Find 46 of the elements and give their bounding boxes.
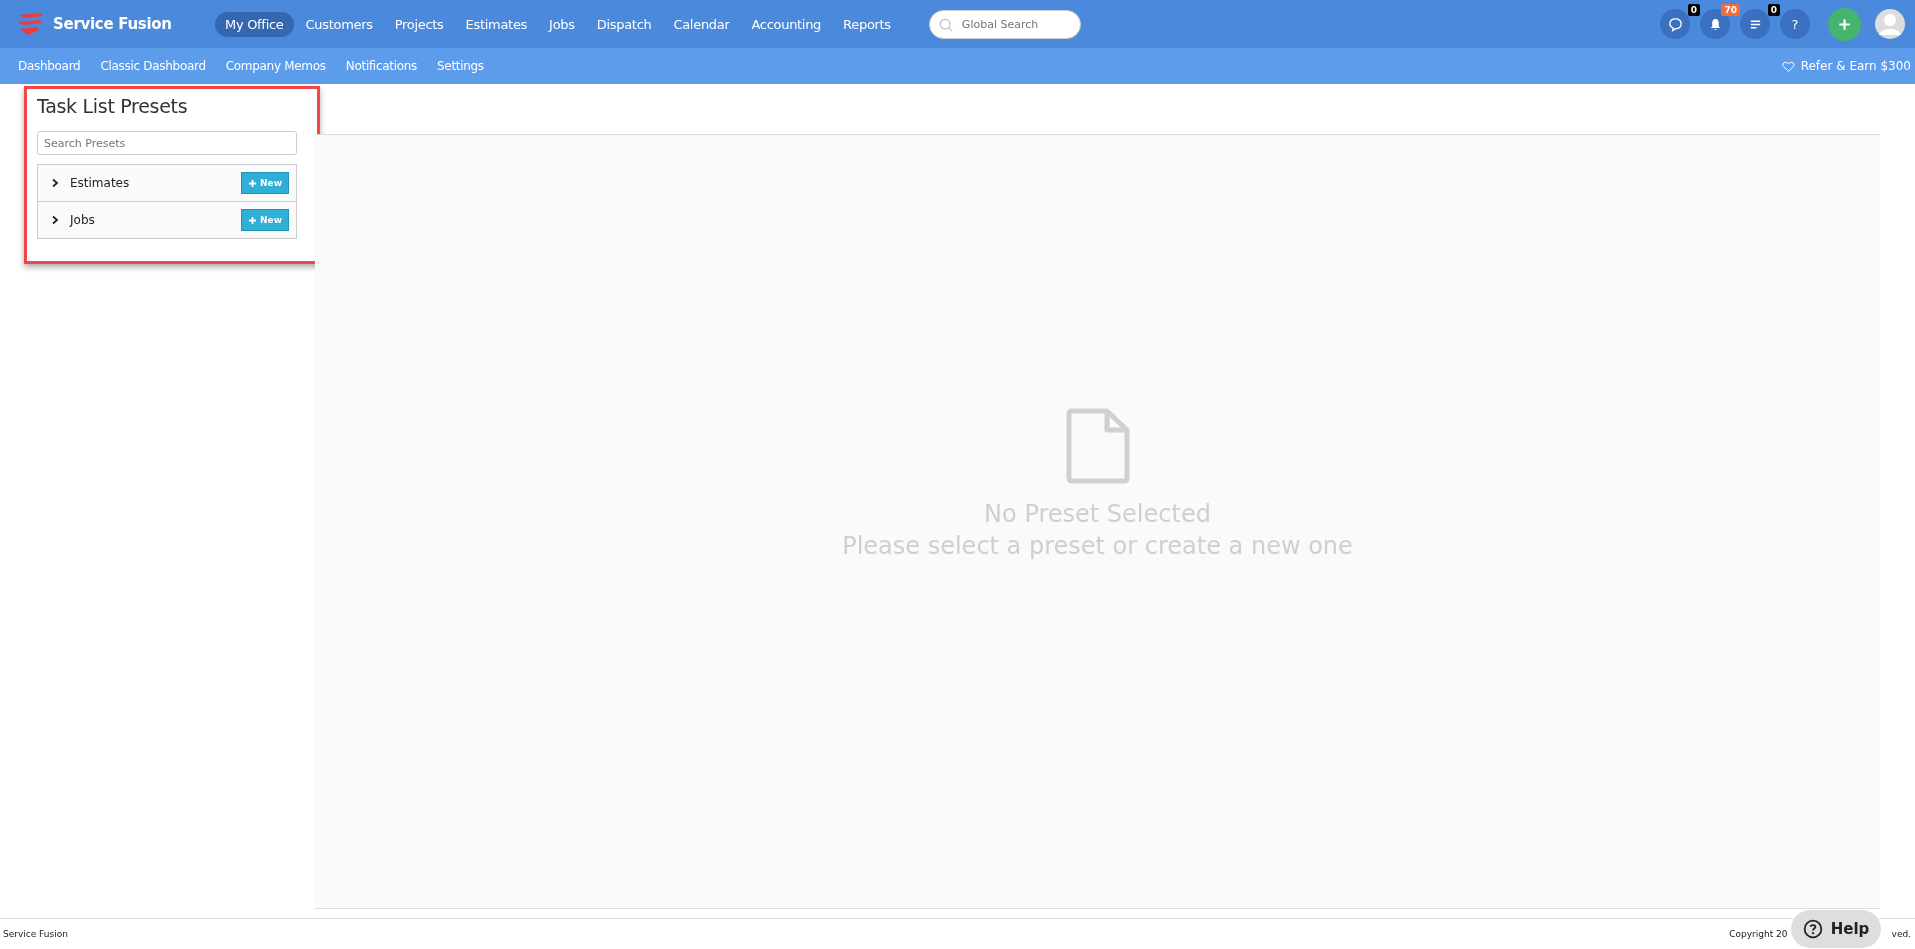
nav-tab[interactable]: Reports (833, 11, 901, 37)
count-badge: 0 (1767, 4, 1780, 16)
help-button[interactable]: Help (1791, 910, 1881, 948)
preset-group-row[interactable]: Estimates New (38, 165, 296, 201)
subnav-link[interactable]: Notifications (345, 59, 417, 73)
chat-button[interactable] (1660, 9, 1690, 39)
footer-brand: Service Fusion (3, 929, 68, 939)
new-button[interactable]: New (241, 209, 289, 231)
nav-tab[interactable]: Jobs (539, 11, 585, 37)
brand-name: Service Fusion (53, 15, 172, 33)
question-circle-icon (1802, 919, 1823, 939)
nav-tab[interactable]: Projects (384, 11, 454, 37)
list-button[interactable] (1740, 9, 1770, 39)
panel-title: Task List Presets (37, 95, 189, 117)
plus-icon (1837, 16, 1852, 32)
copyright-text-end: ved. (1891, 929, 1911, 939)
nav-tab[interactable]: Accounting (741, 11, 832, 37)
group-label: Jobs (70, 213, 96, 227)
count-badge: 0 (1687, 4, 1700, 16)
nav-tab[interactable]: My Office (215, 11, 294, 37)
plus-icon (248, 215, 258, 225)
subnav-link[interactable]: Settings (437, 59, 484, 73)
new-button[interactable]: New (241, 172, 289, 194)
avatar[interactable] (1875, 9, 1905, 39)
global-search-field[interactable]: Global Search (928, 9, 1081, 39)
nav-tab[interactable]: Estimates (455, 11, 538, 37)
user-silhouette-icon (1875, 9, 1905, 39)
search-presets-field[interactable]: Search Presets (37, 131, 297, 155)
subnav-link[interactable]: Company Memos (225, 59, 326, 73)
plus-icon (248, 178, 258, 188)
heart-icon (1781, 59, 1795, 73)
subnav-link[interactable]: Classic Dashboard (100, 59, 206, 73)
preset-group-row[interactable]: Jobs New (38, 201, 296, 238)
nav-tab[interactable]: Calendar (663, 11, 740, 37)
refer-link[interactable]: Refer & Earn $300 (1781, 59, 1911, 73)
help-button[interactable]: ? (1780, 9, 1810, 39)
add-button[interactable] (1828, 7, 1861, 41)
subnav-link[interactable]: Dashboard (18, 59, 81, 73)
document-icon (1064, 408, 1131, 484)
search-icon (938, 17, 953, 32)
speech-bubble-icon (1667, 16, 1683, 32)
nav-tab[interactable]: Customers (295, 11, 383, 37)
group-label: Estimates (70, 176, 131, 190)
copyright-text: Copyright 20 (1729, 929, 1788, 939)
count-badge: 70 (1721, 4, 1740, 16)
nav-tab[interactable]: Dispatch (586, 11, 662, 37)
